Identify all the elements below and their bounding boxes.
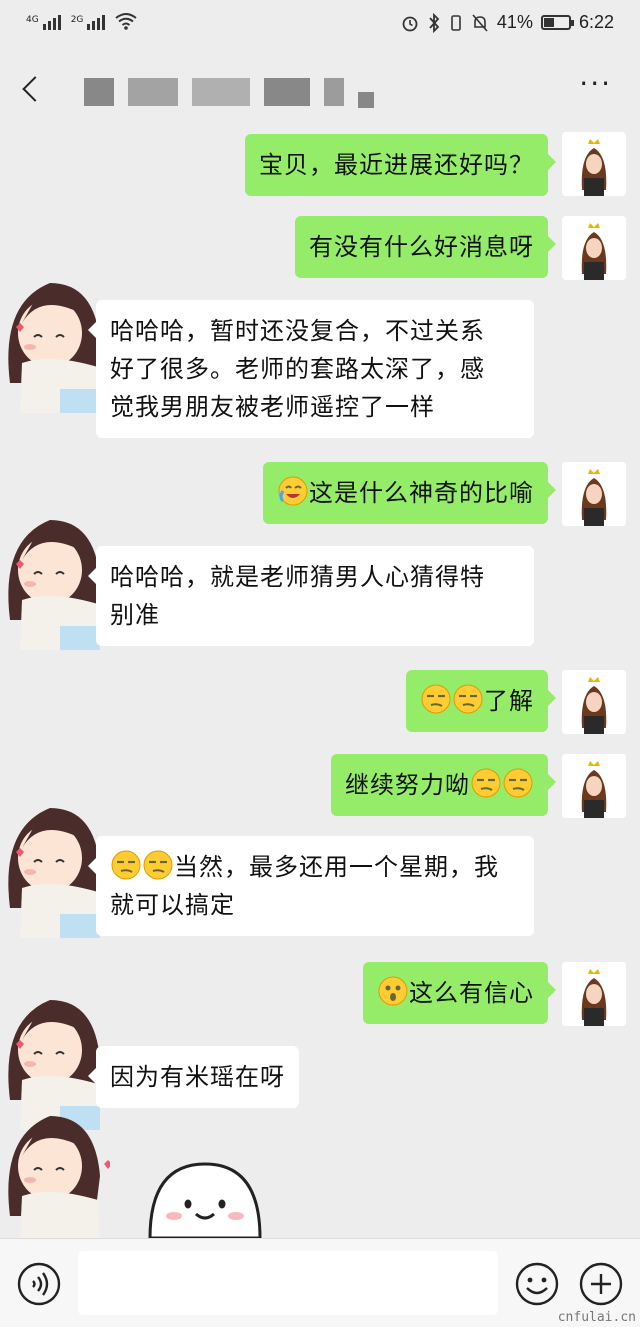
sticker-message[interactable] xyxy=(140,1158,270,1238)
watermark: cnfulai.cn xyxy=(557,1310,636,1325)
message-text-line: 当然，最多还用一个星期，我 xyxy=(174,853,499,881)
network-type-2: 2G xyxy=(70,15,84,25)
message-text: 了解 xyxy=(484,687,534,715)
smug-emoji xyxy=(471,768,501,798)
blurred-contact-name xyxy=(84,78,374,112)
smug-emoji xyxy=(143,850,173,880)
voice-icon[interactable] xyxy=(16,1261,62,1307)
clock: 6:22 xyxy=(578,12,614,32)
contact-avatar[interactable] xyxy=(0,263,110,413)
my-avatar[interactable] xyxy=(562,216,626,280)
more-options-button[interactable]: ··· xyxy=(579,70,612,98)
alarm-icon xyxy=(402,16,418,31)
mute-bell-icon xyxy=(472,13,488,32)
outgoing-message[interactable]: 继续努力呦 xyxy=(331,754,556,816)
battery-icon xyxy=(540,15,574,30)
message-text: 因为有米瑶在呀 xyxy=(110,1063,285,1091)
outgoing-message[interactable]: 这是什么神奇的比喻 xyxy=(263,462,556,524)
incoming-message[interactable]: 哈哈哈，暂时还没复合，不过关系 好了很多。老师的套路太深了，感 觉我男朋友被老师… xyxy=(88,300,534,438)
message-input[interactable] xyxy=(78,1251,498,1315)
incoming-message[interactable]: 哈哈哈，就是老师猜男人心猜得特 别准 xyxy=(88,546,534,646)
signal-icon: 4G xyxy=(26,15,61,30)
chat-header: ··· xyxy=(0,50,640,128)
surprised-emoji xyxy=(378,976,408,1006)
message-text-line: 别准 xyxy=(110,601,160,629)
message-text: 继续努力呦 xyxy=(345,771,470,799)
my-avatar[interactable] xyxy=(562,670,626,734)
incoming-message[interactable]: 当然，最多还用一个星期，我 就可以搞定 xyxy=(88,836,534,936)
message-text-line: 好了很多。老师的套路太深了，感 xyxy=(110,355,485,383)
message-text: 这么有信心 xyxy=(409,979,534,1007)
message-text-line: 觉我男朋友被老师遥控了一样 xyxy=(110,393,435,421)
incoming-message[interactable]: 因为有米瑶在呀 xyxy=(88,1046,299,1108)
chat-message-list[interactable]: 宝贝，最近进展还好吗？ 有没有什么好消息呀 哈哈哈，暂时还没复合，不过关系 好了… xyxy=(0,128,640,1238)
my-avatar[interactable] xyxy=(562,962,626,1026)
outgoing-message[interactable]: 宝贝，最近进展还好吗？ xyxy=(245,134,556,196)
plus-icon[interactable] xyxy=(578,1261,624,1307)
network-type-1: 4G xyxy=(26,15,39,25)
wifi-icon xyxy=(115,13,138,30)
status-bar: 4G 2G 41% 6:22 xyxy=(0,0,640,50)
input-bar: cnfulai.cn xyxy=(0,1238,640,1327)
my-avatar[interactable] xyxy=(562,132,626,196)
smug-emoji xyxy=(111,850,141,880)
smug-emoji xyxy=(421,684,451,714)
outgoing-message[interactable]: 了解 xyxy=(406,670,556,732)
my-avatar[interactable] xyxy=(562,462,626,526)
crying-laugh-emoji xyxy=(278,476,308,506)
contact-avatar[interactable] xyxy=(0,1096,110,1238)
battery-percent: 41% xyxy=(496,12,533,32)
signal-icon: 2G xyxy=(71,15,106,30)
message-text: 宝贝，最近进展还好吗？ xyxy=(259,151,534,179)
smug-emoji xyxy=(453,684,483,714)
message-text-line: 哈哈哈，暂时还没复合，不过关系 xyxy=(110,317,485,345)
message-text-line: 哈哈哈，就是老师猜男人心猜得特 xyxy=(110,563,485,591)
message-text-line: 就可以搞定 xyxy=(110,891,235,919)
vibrate-icon xyxy=(451,14,461,31)
smiley-icon[interactable] xyxy=(514,1261,560,1307)
outgoing-message[interactable]: 有没有什么好消息呀 xyxy=(295,216,556,278)
outgoing-message[interactable]: 这么有信心 xyxy=(363,962,556,1024)
message-text: 这是什么神奇的比喻 xyxy=(309,479,534,507)
my-avatar[interactable] xyxy=(562,754,626,818)
bluetooth-icon xyxy=(429,12,440,33)
message-text: 有没有什么好消息呀 xyxy=(309,233,534,261)
smug-emoji xyxy=(503,768,533,798)
back-icon[interactable] xyxy=(18,68,48,108)
